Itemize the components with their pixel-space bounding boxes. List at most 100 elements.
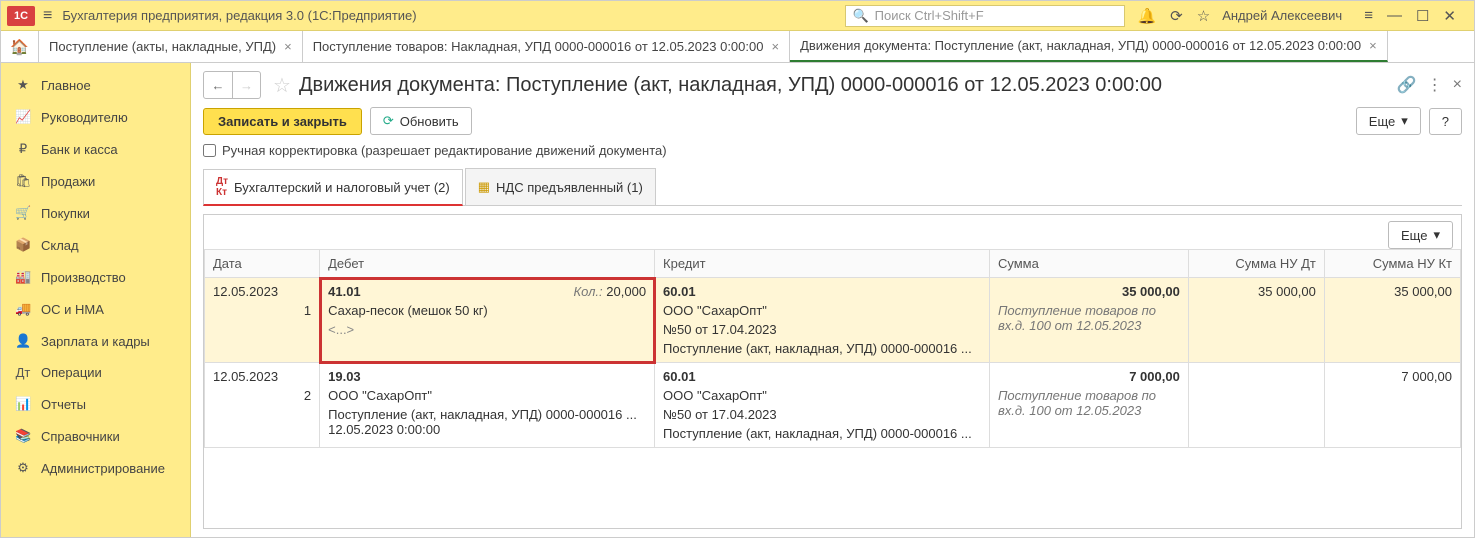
sidebar-item-10[interactable]: 📊Отчеты	[1, 388, 190, 420]
sidebar-label: Покупки	[41, 206, 90, 221]
sidebar-item-6[interactable]: 🏭Производство	[1, 261, 190, 293]
sidebar-item-0[interactable]: ★Главное	[1, 69, 190, 101]
titlebar: 1C ≡ Бухгалтерия предприятия, редакция 3…	[1, 1, 1474, 31]
sidebar-item-2[interactable]: ₽Банк и касса	[1, 133, 190, 165]
nav-buttons: ← →	[203, 71, 261, 99]
sidebar-item-9[interactable]: Дт Операции	[1, 357, 190, 388]
sidebar-item-7[interactable]: 🚚ОС и НМА	[1, 293, 190, 325]
sidebar-item-5[interactable]: 📦Склад	[1, 229, 190, 261]
table-more-button[interactable]: Еще ▾	[1388, 221, 1453, 249]
sidebar-label: Продажи	[41, 174, 95, 189]
content-area: ← → ☆ Движения документа: Поступление (а…	[191, 63, 1474, 537]
th-credit[interactable]: Кредит	[655, 250, 990, 278]
kebab-icon[interactable]: ⋮	[1427, 75, 1443, 95]
settings-icon[interactable]: ≡	[1364, 7, 1373, 24]
forward-button[interactable]: →	[232, 72, 260, 98]
favorite-icon[interactable]: ☆	[273, 73, 291, 98]
sidebar-item-4[interactable]: 🛒 Покупки	[1, 197, 190, 229]
cell-rownum: 2	[213, 388, 311, 403]
minimize-icon[interactable]: —	[1387, 7, 1402, 24]
credit-sub2: №50 от 17.04.2023	[663, 322, 981, 337]
menu-icon[interactable]: ≡	[43, 7, 52, 25]
link-icon[interactable]: 🔗	[1397, 75, 1417, 95]
tab-close-icon[interactable]: ×	[284, 39, 292, 54]
tab-0[interactable]: Поступление (акты, накладные, УПД) ×	[39, 31, 303, 62]
cell-note: Поступление товаров по вх.д. 100 от 12.0…	[998, 388, 1180, 418]
cell-nu-kt: 7 000,00	[1324, 363, 1460, 448]
bell-icon[interactable]: 🔔	[1137, 7, 1156, 25]
refresh-button[interactable]: ⟳ Обновить	[370, 107, 472, 135]
tab-close-icon[interactable]: ×	[1369, 38, 1377, 53]
maximize-icon[interactable]: ☐	[1416, 7, 1429, 25]
subtab-label: НДС предъявленный (1)	[496, 180, 643, 195]
help-button[interactable]: ?	[1429, 108, 1462, 135]
cell-date: 12.05.2023	[213, 369, 311, 384]
sidebar-icon: Дт	[15, 365, 31, 380]
th-nu-kt[interactable]: Сумма НУ Кт	[1324, 250, 1460, 278]
back-button[interactable]: ←	[204, 72, 232, 98]
cell-rownum: 1	[213, 303, 311, 318]
tab-row: 🏠 Поступление (акты, накладные, УПД) × П…	[1, 31, 1474, 63]
sidebar-icon: 🏭	[15, 269, 31, 285]
sidebar-item-3[interactable]: 🛍 Продажи	[1, 165, 190, 197]
star-icon[interactable]: ☆	[1197, 7, 1210, 25]
tab-label: Поступление (акты, накладные, УПД)	[49, 39, 276, 54]
more-label: Еще	[1401, 228, 1427, 243]
qty-label: Кол.:	[573, 284, 602, 299]
sidebar-icon: 🛍	[15, 173, 31, 189]
cell-note: Поступление товаров по вх.д. 100 от 12.0…	[998, 303, 1180, 333]
sidebar-item-12[interactable]: ⚙ Администрирование	[1, 452, 190, 484]
th-sum[interactable]: Сумма	[989, 250, 1188, 278]
subtab-accounting[interactable]: ДтКт Бухгалтерский и налоговый учет (2)	[203, 169, 463, 206]
cell-sum: 35 000,00	[998, 284, 1180, 299]
sidebar-item-8[interactable]: 👤Зарплата и кадры	[1, 325, 190, 357]
sidebar-icon: ₽	[15, 141, 31, 157]
search-icon: 🔍	[852, 8, 868, 24]
table-row[interactable]: 12.05.2023 2 19.03 ООО "СахарОпт" Поступ…	[205, 363, 1461, 448]
manual-edit-checkbox[interactable]	[203, 144, 216, 157]
more-button[interactable]: Еще ▾	[1356, 107, 1421, 135]
tab-close-icon[interactable]: ×	[771, 39, 779, 54]
sidebar-icon: 🛒	[15, 205, 31, 221]
cell-sum: 7 000,00	[998, 369, 1180, 384]
cell-date: 12.05.2023	[213, 284, 311, 299]
debit-sub2: <...>	[328, 322, 646, 337]
th-debit[interactable]: Дебет	[320, 250, 655, 278]
sidebar-icon: 👤	[15, 333, 31, 349]
sidebar-label: ОС и НМА	[41, 302, 104, 317]
home-tab[interactable]: 🏠	[1, 31, 39, 62]
entries-table-wrap: Еще ▾ Дата Дебет Кредит Сумма Сумма НУ Д…	[203, 214, 1462, 529]
close-page-icon[interactable]: ×	[1453, 76, 1462, 94]
sidebar: ★Главное📈Руководителю₽Банк и касса 🛍 Прода…	[1, 63, 191, 537]
sidebar-icon: 📦	[15, 237, 31, 253]
close-icon[interactable]: ✕	[1443, 7, 1456, 25]
sidebar-icon: ⚙	[15, 460, 31, 476]
user-name[interactable]: Андрей Алексеевич	[1222, 8, 1342, 23]
credit-sub1: ООО "СахарОпт"	[663, 388, 981, 403]
cell-nu-dt	[1188, 363, 1324, 448]
save-close-button[interactable]: Записать и закрыть	[203, 108, 362, 135]
search-input[interactable]: 🔍 Поиск Ctrl+Shift+F	[845, 5, 1125, 27]
sidebar-label: Администрирование	[41, 461, 165, 476]
subtab-vat[interactable]: ▦ НДС предъявленный (1)	[465, 168, 656, 205]
tab-1[interactable]: Поступление товаров: Накладная, УПД 0000…	[303, 31, 790, 62]
debit-sub1: ООО "СахарОпт"	[328, 388, 646, 403]
th-date[interactable]: Дата	[205, 250, 320, 278]
th-nu-dt[interactable]: Сумма НУ Дт	[1188, 250, 1324, 278]
sidebar-label: Операции	[41, 365, 102, 380]
history-icon[interactable]: ⟳	[1170, 7, 1183, 25]
page-title: Движения документа: Поступление (акт, на…	[299, 74, 1389, 97]
debit-sub1: Сахар-песок (мешок 50 кг)	[328, 303, 646, 318]
sidebar-item-1[interactable]: 📈Руководителю	[1, 101, 190, 133]
credit-sub3: Поступление (акт, накладная, УПД) 0000-0…	[663, 341, 981, 356]
chevron-down-icon: ▾	[1433, 227, 1440, 243]
sidebar-label: Справочники	[41, 429, 120, 444]
table-row[interactable]: 12.05.2023 1 41.01 Кол.: 20,000	[205, 278, 1461, 363]
debit-sub2: Поступление (акт, накладная, УПД) 0000-0…	[328, 407, 646, 437]
sidebar-item-11[interactable]: 📚Справочники	[1, 420, 190, 452]
credit-account: 60.01	[663, 284, 981, 299]
tab-2[interactable]: Движения документа: Поступление (акт, на…	[790, 31, 1388, 62]
tab-label: Движения документа: Поступление (акт, на…	[800, 38, 1361, 53]
tab-label: Поступление товаров: Накладная, УПД 0000…	[313, 39, 764, 54]
search-placeholder: Поиск Ctrl+Shift+F	[875, 8, 984, 23]
